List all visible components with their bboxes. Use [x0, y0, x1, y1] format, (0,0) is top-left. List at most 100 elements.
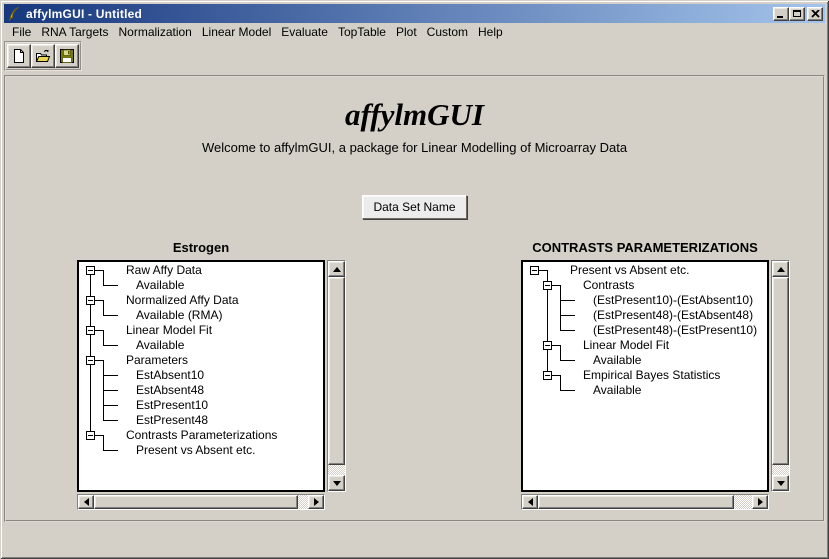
tree-collapse-box[interactable]	[543, 281, 552, 290]
scroll-down-button[interactable]	[328, 475, 345, 491]
menu-linear-model[interactable]: Linear Model	[197, 24, 276, 40]
horizontal-scroll-thumb[interactable]	[94, 495, 298, 509]
tree-leaf-label[interactable]: Present vs Absent etc.	[136, 443, 255, 458]
menu-rna-targets[interactable]: RNA Targets	[36, 24, 113, 40]
estrogen-vertical-scrollbar[interactable]	[327, 260, 346, 492]
tree-leaf-label[interactable]: Available	[593, 383, 641, 398]
tree-row[interactable]: Linear Model Fit	[525, 338, 767, 353]
vertical-scroll-thumb[interactable]	[328, 277, 345, 465]
save-file-button[interactable]	[55, 44, 79, 68]
scroll-down-button[interactable]	[772, 475, 789, 491]
tree-row[interactable]: (EstPresent48)-(EstAbsent48)	[525, 308, 767, 323]
tree-node-label[interactable]: Parameters	[126, 353, 188, 368]
menu-file[interactable]: File	[7, 24, 36, 40]
close-button[interactable]	[807, 7, 823, 21]
contrasts-panel-title: CONTRASTS PARAMETERIZATIONS	[521, 238, 769, 260]
tree-leaf-label[interactable]: (EstPresent48)-(EstPresent10)	[593, 323, 757, 338]
tree-leaf-label[interactable]: Available	[136, 338, 184, 353]
tree-row[interactable]: EstPresent10	[81, 398, 323, 413]
tree-node-label[interactable]: Empirical Bayes Statistics	[583, 368, 720, 383]
tree-row[interactable]: Available	[525, 383, 767, 398]
save-file-icon	[59, 48, 75, 64]
scroll-up-button[interactable]	[328, 261, 345, 277]
contrasts-vertical-scrollbar[interactable]	[771, 260, 790, 492]
tree-collapse-box[interactable]	[86, 326, 95, 335]
tree-collapse-box[interactable]	[543, 371, 552, 380]
window-controls	[773, 7, 823, 21]
tree-row[interactable]: EstAbsent10	[81, 368, 323, 383]
menu-plot[interactable]: Plot	[391, 24, 422, 40]
tree-row[interactable]: EstPresent48	[81, 413, 323, 428]
titlebar[interactable]: affylmGUI - Untitled	[4, 4, 825, 23]
scroll-left-button[interactable]	[78, 495, 94, 509]
horizontal-scroll-thumb[interactable]	[538, 495, 734, 509]
tree-node-label[interactable]: Normalized Affy Data	[126, 293, 239, 308]
tree-leaf-label[interactable]: EstAbsent48	[136, 383, 204, 398]
scroll-right-button[interactable]	[752, 495, 768, 509]
tree-node-label[interactable]: Present vs Absent etc.	[570, 263, 689, 278]
tree-row[interactable]: Contrasts Parameterizations	[81, 428, 323, 443]
tree-row[interactable]: (EstPresent10)-(EstAbsent10)	[525, 293, 767, 308]
tree-row[interactable]: Parameters	[81, 353, 323, 368]
tree-row[interactable]: Raw Affy Data	[81, 263, 323, 278]
tree-collapse-box[interactable]	[86, 431, 95, 440]
maximize-button[interactable]	[789, 7, 805, 21]
menu-custom[interactable]: Custom	[422, 24, 473, 40]
scroll-up-button[interactable]	[772, 261, 789, 277]
tree-collapse-box[interactable]	[86, 356, 95, 365]
app-title: affylmGUI	[6, 97, 823, 133]
tree-collapse-box[interactable]	[86, 296, 95, 305]
tree-row[interactable]: Linear Model Fit	[81, 323, 323, 338]
open-file-button[interactable]	[31, 44, 55, 68]
contrasts-panel: CONTRASTS PARAMETERIZATIONS Present vs A…	[521, 238, 791, 510]
minimize-button[interactable]	[773, 7, 789, 21]
tree-node-label[interactable]: Raw Affy Data	[126, 263, 202, 278]
tree-node-label[interactable]: Linear Model Fit	[583, 338, 669, 353]
tree-row[interactable]: (EstPresent48)-(EstPresent10)	[525, 323, 767, 338]
tree-node-label[interactable]: Contrasts Parameterizations	[126, 428, 277, 443]
contrasts-tree-listbox[interactable]: Present vs Absent etc.Contrasts(EstPrese…	[521, 260, 769, 492]
up-arrow-icon	[777, 267, 785, 272]
contrasts-horizontal-scrollbar[interactable]	[521, 494, 769, 510]
estrogen-panel: Estrogen Raw Affy DataAvailableNormalize…	[77, 238, 347, 510]
tree-node-label[interactable]: Contrasts	[583, 278, 634, 293]
estrogen-horizontal-scrollbar[interactable]	[77, 494, 325, 510]
data-set-name-button[interactable]: Data Set Name	[362, 195, 466, 219]
tree-leaf-label[interactable]: EstPresent48	[136, 413, 208, 428]
menu-toptable[interactable]: TopTable	[333, 24, 391, 40]
tree-leaf-label[interactable]: Available	[593, 353, 641, 368]
menu-help[interactable]: Help	[473, 24, 508, 40]
tree-row[interactable]: Available	[81, 338, 323, 353]
tree-row[interactable]: Available	[81, 278, 323, 293]
scroll-right-button[interactable]	[308, 495, 324, 509]
estrogen-tree-listbox[interactable]: Raw Affy DataAvailableNormalized Affy Da…	[77, 260, 325, 492]
new-file-button[interactable]	[7, 44, 31, 68]
menu-normalization[interactable]: Normalization	[114, 24, 197, 40]
tree-leaf-label[interactable]: EstAbsent10	[136, 368, 204, 383]
menu-evaluate[interactable]: Evaluate	[276, 24, 333, 40]
tree-leaf-label[interactable]: Available (RMA)	[136, 308, 222, 323]
tree-leaf-label[interactable]: Available	[136, 278, 184, 293]
tree-row[interactable]: Present vs Absent etc.	[81, 443, 323, 458]
down-arrow-icon	[777, 481, 785, 486]
toolbar	[4, 40, 825, 74]
window-title: affylmGUI - Untitled	[26, 7, 773, 21]
tree-row[interactable]: Empirical Bayes Statistics	[525, 368, 767, 383]
new-file-icon	[11, 48, 27, 64]
tree-collapse-box[interactable]	[86, 266, 95, 275]
left-arrow-icon	[84, 498, 89, 506]
tree-leaf-label[interactable]: (EstPresent48)-(EstAbsent48)	[593, 308, 753, 323]
tree-row[interactable]: Normalized Affy Data	[81, 293, 323, 308]
tree-row[interactable]: Contrasts	[525, 278, 767, 293]
tree-collapse-box[interactable]	[543, 341, 552, 350]
tree-row[interactable]: Available (RMA)	[81, 308, 323, 323]
tree-row[interactable]: Present vs Absent etc.	[525, 263, 767, 278]
tree-leaf-label[interactable]: (EstPresent10)-(EstAbsent10)	[593, 293, 753, 308]
scroll-left-button[interactable]	[522, 495, 538, 509]
tree-leaf-label[interactable]: EstPresent10	[136, 398, 208, 413]
tree-row[interactable]: EstAbsent48	[81, 383, 323, 398]
vertical-scroll-thumb[interactable]	[772, 277, 789, 465]
tree-collapse-box[interactable]	[530, 266, 539, 275]
tree-row[interactable]: Available	[525, 353, 767, 368]
tree-node-label[interactable]: Linear Model Fit	[126, 323, 212, 338]
